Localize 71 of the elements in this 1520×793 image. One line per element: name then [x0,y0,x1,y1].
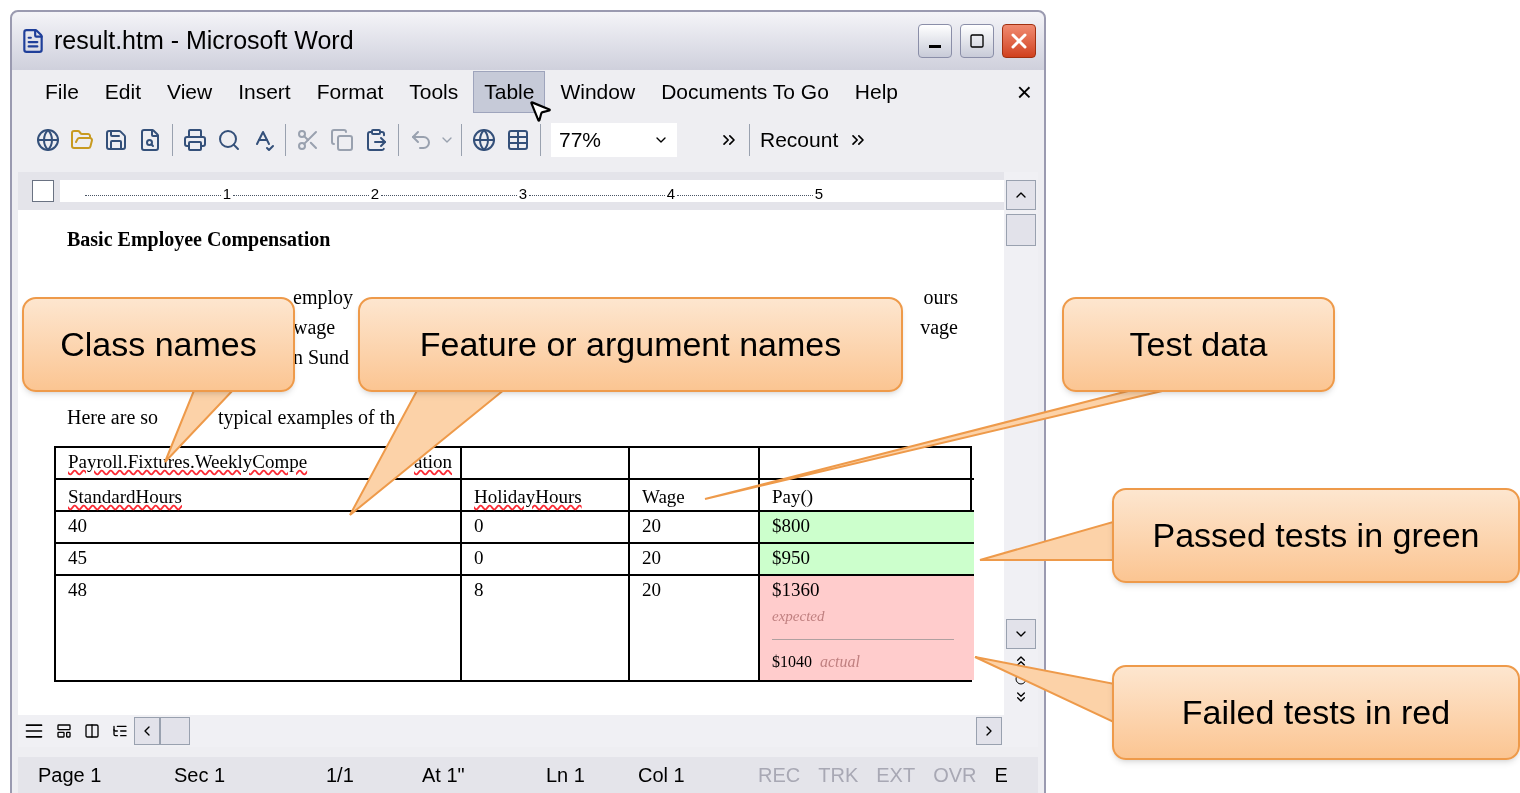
paragraph-text: Here are so [67,405,159,430]
table-cell: 0 [462,544,630,576]
outline-view-icon[interactable] [112,723,128,739]
menu-item[interactable]: Tools [398,71,470,113]
menu-item[interactable]: Edit [93,71,153,113]
menu-item[interactable]: Help [843,71,910,113]
paragraph-text: employ [293,285,353,311]
menu-item[interactable]: Insert [227,71,302,113]
table-cell: 40 [56,512,462,544]
callout: Passed tests in green [1112,488,1520,583]
menu-close-button[interactable]: × [1016,72,1032,112]
table-cell: 45 [56,544,462,576]
status-indicator: OVR [933,763,977,788]
close-button[interactable] [1002,24,1036,58]
actual-value: $1040 [772,652,812,672]
callout: Test data [1062,297,1335,392]
menu-item[interactable]: Window [549,71,647,113]
menu-item[interactable]: Documents To Go [650,71,840,113]
table-cell: 8 [462,576,630,680]
scroll-up-button[interactable] [1006,180,1036,210]
menu-item[interactable]: File [34,71,90,113]
maximize-button[interactable] [960,24,994,58]
maximize-icon [969,33,985,49]
status-indicator: EXT [876,763,916,788]
status-indicator: E [994,763,1008,788]
table-cell: $950 [760,544,974,576]
word-document-icon [20,28,46,54]
paragraph-text: ours [923,285,958,310]
ruler-number: 3 [516,186,529,201]
scroll-thumb[interactable] [1006,214,1036,246]
paragraph-text: wage [293,315,336,341]
status-field: Col 1 [638,760,758,790]
menu-item[interactable]: Format [305,71,395,113]
menu-item[interactable]: View [156,71,224,113]
tab-stop-button[interactable] [32,180,54,202]
status-indicator: REC [758,763,801,788]
ruler-number: 1 [220,186,233,201]
paragraph-text: vage [920,315,958,341]
actual-label: actual [820,652,860,672]
scroll-left-button[interactable] [134,717,160,745]
minimize-button[interactable] [918,24,952,58]
window-title: result.htm - Microsoft Word [54,25,355,57]
table-cell-text: Payroll.Fixtures.WeeklyCompe [68,450,308,474]
ruler-number: 2 [368,186,381,201]
paragraph-text: typical examples of th [218,405,396,431]
table-cell: $800 [760,512,974,544]
callout: Failed tests in red [1112,665,1520,760]
document-heading: Basic Employee Compensation [67,227,332,253]
recount-button[interactable]: Recount [760,124,839,156]
status-indicator: TRK [818,763,859,788]
callout: Feature or argument names [358,297,903,392]
table-cell: 0 [462,512,630,544]
ruler-number: 4 [664,186,677,201]
status-field: Sec 1 [174,760,326,790]
status-field: Page 1 [38,760,174,790]
table-cell: $1360 expected $1040 actual [760,576,974,680]
status-field: Ln 1 [546,760,638,790]
ruler-number: 5 [812,186,825,201]
zoom-field[interactable]: 77% [551,123,677,157]
table-cell: 48 [56,576,462,680]
minimize-icon [929,44,941,48]
column-header: HolidayHours [462,480,630,512]
menu-item[interactable]: Table [473,71,546,113]
status-field: At 1" [422,760,546,790]
scroll-thumb[interactable] [160,717,190,745]
scroll-right-button[interactable] [976,717,1002,745]
normal-view-icon[interactable] [24,721,44,741]
expected-label: expected [772,606,826,626]
table-cell-text: ation [414,450,452,474]
status-field: 1/1 [326,760,422,790]
callout: Class names [22,297,295,392]
